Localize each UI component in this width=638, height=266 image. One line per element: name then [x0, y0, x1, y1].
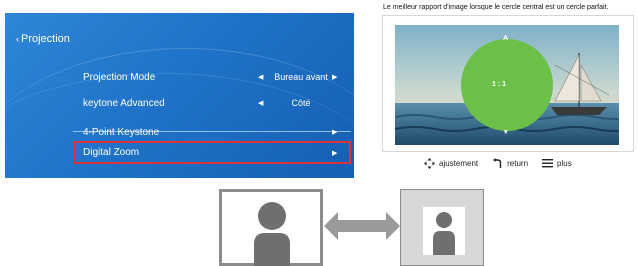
menu-item-digital-zoom[interactable]: Digital Zoom ▶ [73, 141, 351, 164]
arrow-right-icon[interactable]: ▶ [332, 128, 337, 136]
return-icon [493, 157, 502, 168]
preview-panel: A 1 : 1 ▾ [382, 15, 634, 152]
menu-header[interactable]: ‹ Projection [16, 33, 70, 45]
legend-return: return [492, 157, 529, 169]
legend-more: plus [542, 158, 572, 168]
zoomed-content [423, 207, 465, 255]
menu-icon [542, 159, 554, 168]
center-circle [461, 39, 553, 131]
menu-item-value: Bureau avant [274, 72, 328, 82]
menu-item-keystone-advanced[interactable]: keytone Advanced ◀ Côté [73, 92, 351, 114]
preview-caption: Le meilleur rapport d'image lorsque le c… [383, 4, 609, 11]
arrow-right-icon[interactable]: ▶ [332, 149, 337, 157]
legend-more-label: plus [557, 158, 572, 168]
menu-title: Projection [21, 33, 70, 45]
preview-image: A 1 : 1 ▾ [395, 25, 619, 145]
legend-adjust: ajustement [424, 157, 479, 169]
projection-menu-panel: ‹ Projection Projection Mode ◀ Bureau av… [5, 13, 354, 178]
preview-legend: ajustement return plus [424, 157, 586, 169]
arrow-left-icon[interactable]: ◀ [258, 99, 263, 107]
legend-adjust-label: ajustement [439, 158, 479, 168]
circle-bottom-marker: ▾ [504, 129, 508, 136]
circle-top-marker: A [503, 35, 509, 42]
menu-item-value: Côté [291, 98, 311, 108]
person-icon [433, 212, 455, 255]
ratio-label: 1 : 1 [492, 81, 507, 88]
double-arrow-icon [324, 212, 400, 240]
back-icon[interactable]: ‹ [16, 34, 19, 44]
person-icon [254, 202, 290, 266]
menu-divider [73, 131, 351, 132]
menu-item-label: Digital Zoom [83, 147, 140, 158]
menu-item-projection-mode[interactable]: Projection Mode ◀ Bureau avant ▶ [73, 66, 351, 88]
arrow-left-icon[interactable]: ◀ [258, 73, 263, 81]
sailboat-scene [395, 25, 619, 145]
arrow-right-icon[interactable]: ▶ [332, 73, 337, 81]
menu-item-4-point-keystone[interactable]: 4-Point Keystone ▶ [73, 121, 351, 143]
menu-item-label: keytone Advanced [83, 97, 165, 109]
menu-item-label: 4-Point Keystone [83, 126, 160, 138]
zoom-after-frame [400, 189, 484, 266]
legend-return-label: return [507, 158, 529, 168]
menu-item-label: Projection Mode [83, 71, 156, 83]
move-icon [424, 157, 435, 169]
zoom-before-frame [219, 189, 323, 266]
